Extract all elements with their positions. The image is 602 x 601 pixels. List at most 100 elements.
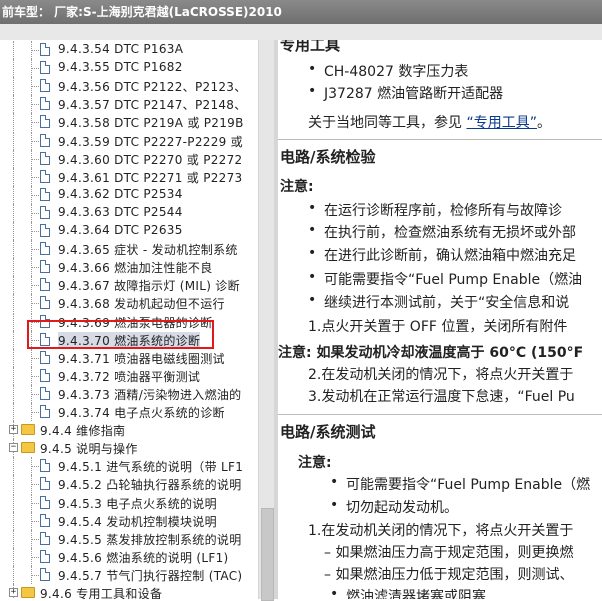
tree-folder-item[interactable]: − 9.4.5 说明与操作 bbox=[0, 439, 258, 458]
tree-item-label: 9.4.3.64 DTC P2635 bbox=[58, 223, 183, 237]
tree-guide-line bbox=[13, 475, 14, 494]
tree-guide-line bbox=[13, 384, 14, 403]
tree-guide-line bbox=[13, 403, 14, 421]
scrollbar-thumb[interactable] bbox=[261, 508, 274, 601]
tree-item-label: 9.4.3.71 喷油器电磁线圈测试 bbox=[58, 351, 225, 366]
expand-plus-icon[interactable]: + bbox=[9, 588, 18, 597]
section-divider bbox=[278, 414, 602, 415]
tree-doc-item[interactable]: 9.4.3.71 喷油器电磁线圈测试 bbox=[0, 348, 258, 367]
tree-doc-item[interactable]: 9.4.3.56 DTC P2122、P2123、 bbox=[0, 77, 258, 96]
tree-doc-item[interactable]: 9.4.5.2 凸轮轴执行器系统的说明 bbox=[0, 475, 258, 494]
toolbar-strip bbox=[0, 24, 602, 40]
tree-item-label: 9.4.5.5 蒸发排放控制系统的说明 bbox=[58, 532, 242, 547]
tree-doc-item[interactable]: 9.4.3.72 喷油器平衡测试 bbox=[0, 366, 258, 385]
tree-guide-line bbox=[13, 240, 14, 259]
tree-guide-line bbox=[31, 158, 39, 160]
tree-guide-line bbox=[31, 556, 39, 558]
tree-doc-item[interactable]: 9.4.3.60 DTC P2270 或 P2272 bbox=[0, 149, 258, 168]
document-icon bbox=[40, 260, 50, 274]
document-icon bbox=[40, 368, 50, 382]
tree-guide-line bbox=[13, 529, 14, 548]
folder-icon bbox=[21, 442, 35, 454]
tree-doc-item[interactable]: 9.4.3.55 DTC P1682 bbox=[0, 59, 258, 78]
test-sub-item: – 如果燃油压力高于规定范围，则更换燃 bbox=[324, 545, 574, 561]
tree-guide-line bbox=[31, 194, 39, 196]
tree-guide-line bbox=[13, 41, 14, 59]
document-icon bbox=[40, 242, 50, 256]
tree-guide-line bbox=[31, 285, 39, 287]
tree-doc-item[interactable]: 9.4.5.6 燃油系统的说明 (LF1) bbox=[0, 547, 258, 566]
tree-item-label: 9.4.4 维修指南 bbox=[40, 424, 126, 439]
test-step-item: 1.在发动机关闭的情况下，将点火开关置于 bbox=[308, 523, 574, 539]
tree-item-label: 9.4.3.60 DTC P2270 或 P2272 bbox=[58, 152, 243, 167]
tree-doc-item[interactable]: 9.4.3.57 DTC P2147、P2148、 bbox=[0, 95, 258, 114]
document-icon bbox=[40, 133, 50, 147]
tree-scrollbar[interactable] bbox=[258, 40, 275, 601]
tree-guide-line bbox=[13, 222, 14, 240]
tree-doc-item[interactable]: 9.4.3.73 酒精/污染物进入燃油的 bbox=[0, 384, 258, 403]
tree-doc-item[interactable]: 9.4.5.3 电子点火系统的说明 bbox=[0, 493, 258, 512]
tree-doc-item[interactable]: 9.4.5.4 发动机控制模块说明 bbox=[0, 511, 258, 530]
tree-item-label: 9.4.3.73 酒精/污染物进入燃油的 bbox=[58, 387, 242, 402]
tree-item-label: 9.4.3.66 燃油加注性能不良 bbox=[58, 261, 213, 276]
document-icon bbox=[40, 350, 50, 364]
tree-doc-item[interactable]: 9.4.3.67 故障指示灯 (MIL) 诊断 bbox=[0, 276, 258, 295]
tree-doc-item[interactable]: 9.4.3.66 燃油加注性能不良 bbox=[0, 258, 258, 277]
tree-guide-line bbox=[31, 393, 39, 395]
tree-guide-line bbox=[31, 303, 39, 305]
expand-plus-icon[interactable]: + bbox=[9, 425, 18, 435]
document-icon bbox=[40, 169, 50, 183]
document-icon bbox=[40, 278, 50, 292]
tree-guide-line bbox=[13, 95, 14, 114]
tree-item-label: 9.4.3.56 DTC P2122、P2123、 bbox=[58, 80, 247, 95]
tree-guide-line bbox=[31, 538, 39, 540]
tree-guide-line bbox=[13, 276, 14, 295]
special-tools-link[interactable]: “专用工具” bbox=[466, 115, 537, 131]
tree-item-label: 9.4.5.1 进气系统的说明（带 LF1 bbox=[58, 460, 244, 475]
collapse-minus-icon[interactable]: − bbox=[9, 443, 18, 453]
note-item: 在进行此诊断前，确认燃油箱中燃油充足 bbox=[308, 245, 576, 265]
document-icon bbox=[40, 495, 50, 509]
tree-folder-item[interactable]: +9.4.6 专用工具和设备 bbox=[0, 584, 258, 599]
tree-doc-item[interactable]: 9.4.3.54 DTC P163A bbox=[0, 41, 258, 59]
tree-guide-line bbox=[31, 520, 39, 522]
tree-item-label: 9.4.3.57 DTC P2147、P2148、 bbox=[58, 98, 247, 113]
tree-doc-item[interactable]: 9.4.3.61 DTC P2271 或 P2273 bbox=[0, 167, 258, 186]
tree-guide-line bbox=[13, 493, 14, 512]
tree-doc-item[interactable]: 9.4.3.63 DTC P2544 bbox=[0, 203, 258, 222]
document-icon bbox=[40, 513, 50, 527]
tree-doc-item[interactable]: 9.4.3.68 发动机起动但不运行 bbox=[0, 294, 258, 313]
tree-doc-item[interactable]: 9.4.5.5 蒸发排放控制系统的说明 bbox=[0, 529, 258, 548]
tree-doc-item[interactable]: 9.4.3.65 症状 - 发动机控制系统 bbox=[0, 240, 258, 259]
tree-guide-line bbox=[31, 466, 39, 468]
tree-guide-line bbox=[31, 50, 39, 51]
document-icon bbox=[40, 549, 50, 563]
verify-heading: 电路/系统检验 bbox=[280, 148, 376, 166]
document-icon bbox=[40, 386, 50, 400]
tree-item-label: 9.4.3.72 喷油器平衡测试 bbox=[58, 369, 201, 384]
tree-guide-line bbox=[13, 348, 14, 367]
tree-doc-item[interactable]: 9.4.3.62 DTC P2534 bbox=[0, 185, 258, 204]
document-icon bbox=[40, 477, 50, 491]
step-item: 2.在发动机关闭的情况下，将点火开关置于 bbox=[308, 367, 574, 383]
tree-item-label: 9.4.3.68 发动机起动但不运行 bbox=[58, 297, 225, 312]
tree-guide-line bbox=[31, 231, 39, 232]
tree-doc-item[interactable]: 9.4.3.59 DTC P2227-P2229 或 bbox=[0, 131, 258, 150]
tree-doc-item[interactable]: 9.4.5.7 节气门执行器控制 (TAC) bbox=[0, 565, 258, 584]
tree-doc-item[interactable]: 9.4.3.74 电子点火系统的诊断 bbox=[0, 403, 258, 421]
tree-doc-item[interactable]: 9.4.5.1 进气系统的说明（带 LF1 bbox=[0, 457, 258, 476]
window-titlebar: 前车型： 厂家:S-上海别克君越(LaCROSSE)2010 bbox=[0, 0, 602, 24]
document-icon bbox=[40, 61, 50, 75]
tree-folder-item[interactable]: +9.4.4 维修指南 bbox=[0, 421, 258, 440]
document-icon bbox=[40, 151, 50, 165]
tree-doc-item[interactable]: 9.4.3.64 DTC P2635 bbox=[0, 222, 258, 240]
tree-guide-line bbox=[31, 502, 39, 504]
tree-doc-item[interactable]: 9.4.3.58 DTC P219A 或 P219B bbox=[0, 113, 258, 132]
tree-guide-line bbox=[13, 330, 14, 349]
test-note-item: 切勿起动发动机。 bbox=[330, 497, 458, 517]
tree-guide-line bbox=[31, 176, 39, 178]
note-item: 继续进行本测试前，关于“安全信息和说 bbox=[308, 292, 569, 312]
document-icon bbox=[40, 459, 50, 473]
tree-guide-line bbox=[31, 68, 39, 70]
tree-guide-line bbox=[31, 484, 39, 486]
